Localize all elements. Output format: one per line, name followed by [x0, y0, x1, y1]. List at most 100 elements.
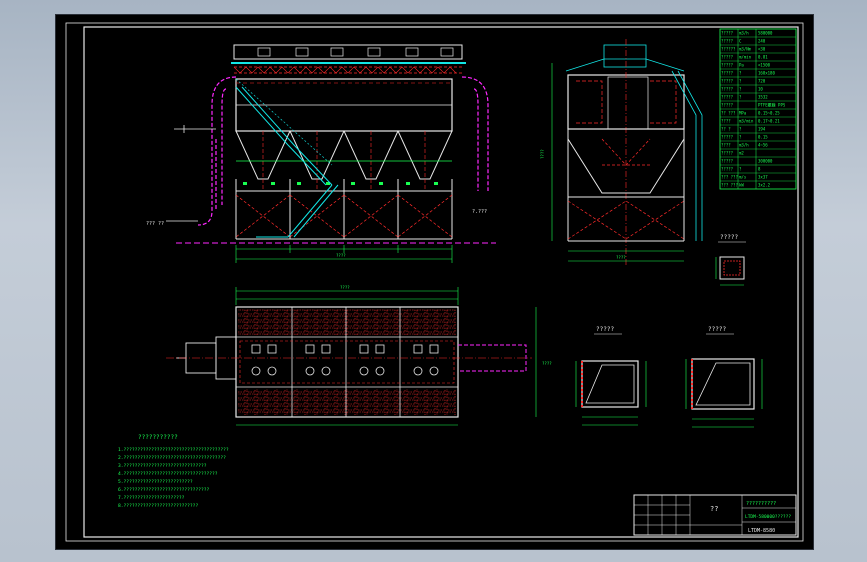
spec-row-value: 3532 — [758, 95, 768, 100]
plan-valves[interactable] — [251, 344, 439, 376]
spec-row-value: 3x37 — [758, 175, 768, 180]
spec-row-value: <1500 — [758, 63, 771, 68]
spec-row-value: 194 — [758, 127, 766, 132]
front-elevation-view[interactable]: ??? ?? ?.??? ???? — [146, 44, 496, 263]
outlet-duct[interactable] — [461, 76, 489, 191]
spec-row-unit: ? — [739, 127, 742, 132]
spec-row-name: ????? — [721, 103, 734, 108]
inlet-duct[interactable] — [197, 76, 237, 226]
spec-row-value: 3x2.2 — [758, 183, 771, 188]
side-elevation-view[interactable]: ???? ???? — [540, 39, 703, 265]
technical-notes[interactable]: ??????????? 1.??????????????????????????… — [118, 434, 229, 509]
spec-row-unit: ? — [739, 71, 742, 76]
spec-row-unit: MPa — [739, 111, 747, 116]
spec-row-name: ????? — [721, 55, 734, 60]
detail-b-title: ????? — [596, 326, 614, 333]
title-block-title: ?? — [710, 505, 718, 513]
side-duct-left — [576, 80, 603, 124]
detail-c-title: ????? — [708, 326, 726, 333]
side-duct-right — [650, 80, 677, 124]
roof-truss — [234, 66, 462, 74]
access-stairs[interactable] — [235, 86, 339, 238]
spec-row-name: ????? — [721, 159, 734, 164]
spec-row-name: ??? ??? — [721, 183, 738, 188]
spec-row-unit: C — [739, 39, 742, 44]
notes-lines: 1.??????????????????????????????????????… — [118, 447, 229, 509]
spec-row-name: ????? — [721, 31, 734, 36]
roof-housing — [233, 44, 463, 60]
spec-table[interactable]: ????? m3/h 580000????? C 240?????? m3/Nm <30??… — [719, 28, 797, 190]
note-line: 2.????????????????????????????????????? — [118, 455, 226, 461]
spec-row-unit: ? — [739, 79, 742, 84]
detail-c-inner — [695, 362, 751, 406]
inlet-flow-label: ??? ?? — [146, 221, 164, 227]
spec-row-name: ???? — [721, 119, 731, 124]
detail-c-frame — [691, 358, 755, 410]
support-frame — [235, 179, 453, 240]
spec-row-name: ???? — [721, 143, 731, 148]
detail-b-inner — [585, 364, 635, 404]
spec-row-value: 0.17~0.21 — [758, 119, 780, 124]
spec-row-value: 720 — [758, 79, 766, 84]
plan-bag-rows-bottom — [238, 389, 456, 415]
spec-row-unit: m/s — [739, 175, 747, 180]
side-body-inner — [607, 76, 649, 130]
spec-row-name: ?? ??? — [721, 111, 736, 116]
plan-height-dim: ???? — [542, 361, 552, 366]
plan-view[interactable]: ???? ???? — [166, 285, 552, 426]
note-line: 7.?????????????????????? — [118, 495, 185, 501]
spec-row-value: 580000 — [758, 31, 773, 36]
detail-b-section[interactable]: ????? — [575, 326, 647, 426]
spec-row-value: 300000 — [758, 159, 773, 164]
hoppers — [235, 130, 453, 180]
side-width-dim: ???? — [616, 255, 626, 260]
roof-vents — [257, 47, 454, 57]
hopper-level-marks — [243, 182, 438, 185]
spec-row-unit: Pa — [739, 63, 744, 68]
spec-row-name: ????? — [721, 151, 734, 156]
detail-b-dims — [575, 361, 647, 426]
compressed-air-pipe — [174, 125, 216, 133]
spec-row-name: ?????? — [721, 47, 736, 52]
spec-row-unit: kW — [739, 183, 744, 188]
spec-row-name: ????? — [721, 135, 734, 140]
plan-width-dim: ???? — [340, 285, 350, 290]
spec-row-value: 10 — [758, 87, 763, 92]
side-roof — [565, 58, 685, 72]
spec-row-value: 168x180 — [758, 71, 775, 76]
spec-table-rows: ????? m3/h 580000????? C 240?????? m3/Nm <30??… — [720, 31, 796, 188]
spec-row-name: ?? ? — [721, 127, 731, 132]
spec-row-name: ????? — [721, 79, 734, 84]
spec-row-value: 4~56 — [758, 143, 768, 148]
spec-row-name: ????? — [721, 63, 734, 68]
detail-a-inner — [723, 260, 741, 276]
spec-row-unit: m2 — [739, 151, 744, 156]
side-height-dim: ???? — [540, 149, 545, 159]
title-block[interactable]: ?? ?????????? LTDM-580000?????? LTDM-858… — [633, 494, 797, 536]
plan-bag-rows-top — [238, 309, 456, 335]
detail-a-title: ????? — [720, 234, 738, 241]
spec-row-unit: ? — [739, 87, 742, 92]
cad-model-viewport[interactable]: ??? ?? ?.??? ???? ???? ???? ????? m3/h 5… — [55, 14, 814, 550]
notes-title: ??????????? — [138, 434, 178, 441]
spec-row-unit: ? — [739, 135, 742, 140]
note-line: 5.????????????????????????? — [118, 479, 193, 485]
front-total-dim: ???? — [336, 253, 346, 258]
note-line: 6.??????????????????????????????? — [118, 487, 210, 493]
spec-row-value: 0.15 — [758, 135, 768, 140]
elevation-label: ?.??? — [472, 209, 487, 215]
spec-row-unit: ? — [739, 167, 742, 172]
spec-row-value: 8 — [758, 167, 761, 172]
detail-small-section[interactable]: ????? — [715, 234, 746, 286]
roof-truss-zigzag — [233, 66, 457, 74]
side-dimensions — [551, 63, 684, 262]
side-ladder[interactable] — [671, 70, 703, 241]
drawing-sheet[interactable]: ??? ?? ?.??? ???? ???? ???? ????? m3/h 5… — [56, 15, 813, 549]
spec-row-unit: m3/h — [739, 143, 749, 148]
spec-row-value: 240 — [758, 39, 766, 44]
detail-c-section[interactable]: ????? — [685, 326, 763, 428]
spec-row-name: ????? — [721, 87, 734, 92]
spec-row-unit: m3/h — [739, 31, 749, 36]
stair-rail-upper — [235, 78, 333, 166]
spec-row-value: <30 — [758, 47, 766, 52]
